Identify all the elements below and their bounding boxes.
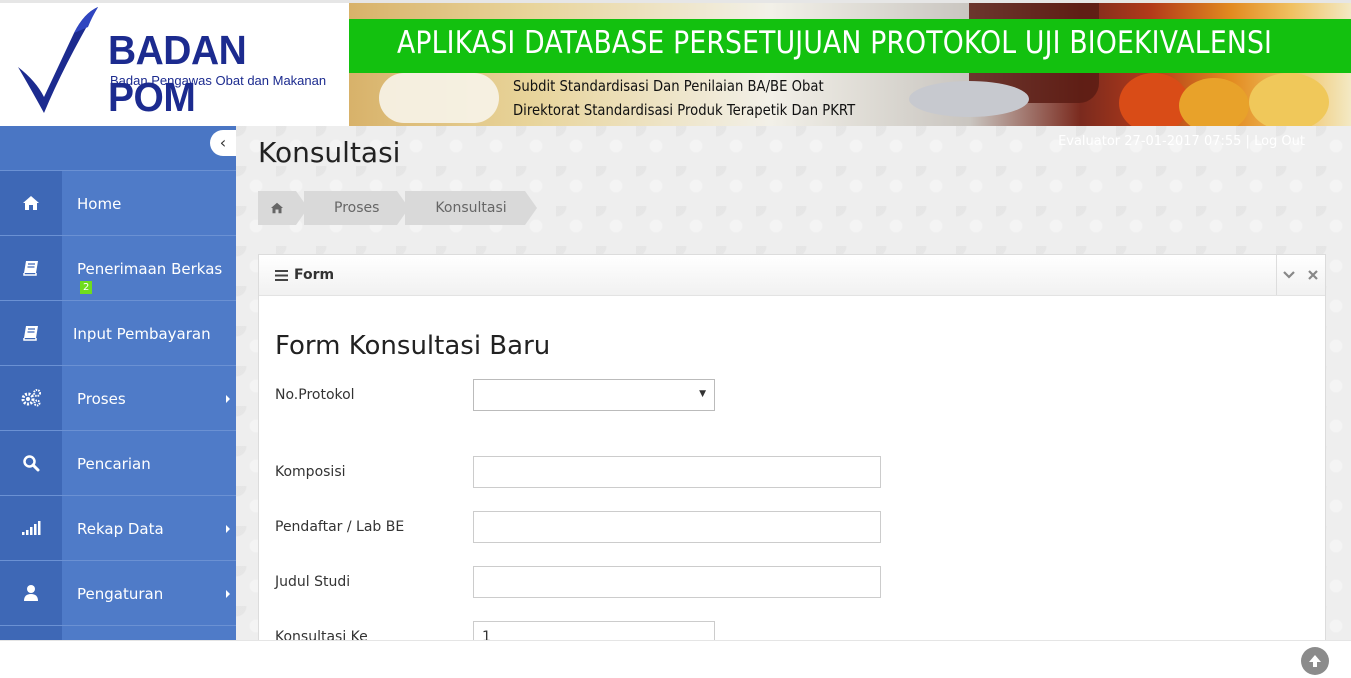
caret-right-icon [226, 525, 230, 533]
sidebar-item-label: Proses [77, 390, 126, 408]
book-icon [0, 236, 62, 300]
pendaftar-label: Pendaftar / Lab BE [275, 519, 405, 535]
sidebar-header: ‹ [0, 126, 236, 170]
banner-title: APLIKASI DATABASE PERSETUJUAN PROTOKOL U… [397, 25, 1273, 61]
komposisi-input[interactable] [473, 456, 881, 488]
komposisi-label: Komposisi [275, 464, 346, 480]
judul-studi-label: Judul Studi [275, 574, 351, 590]
no-protokol-select[interactable]: ▼ [473, 379, 715, 411]
sidebar-item-home[interactable]: Home [0, 170, 236, 235]
konsultasi-ke-input[interactable] [473, 621, 715, 640]
app-header: BADAN POM Badan Pengawas Obat dan Makana… [0, 0, 1351, 126]
close-icon [1308, 270, 1318, 280]
sidebar-item-penerimaan-berkas[interactable]: Penerimaan Berkas 2 [0, 235, 236, 300]
sidebar-item-label: Rekap Data [77, 520, 164, 538]
konsultasi-ke-row: Konsultasi Ke [275, 621, 1275, 640]
sidebar-item-partial [0, 625, 236, 640]
badan-pom-logo[interactable]: BADAN POM Badan Pengawas Obat dan Makana… [0, 3, 348, 126]
search-icon [0, 431, 62, 495]
breadcrumb-item-konsultasi[interactable]: Konsultasi [405, 191, 537, 225]
sidebar-item-input-pembayaran[interactable]: Input Pembayaran [0, 300, 236, 365]
sidebar-item-label: Pencarian [77, 455, 151, 473]
chevron-down-icon [1283, 271, 1295, 279]
sidebar-item-rekap-data[interactable]: Rekap Data [0, 495, 236, 560]
banner-capsule-graphic [1249, 73, 1329, 126]
breadcrumb-item-proses[interactable]: Proses [304, 191, 410, 225]
logo-subtitle: Badan Pengawas Obat dan Makanan [110, 73, 327, 88]
caret-right-icon [226, 395, 230, 403]
home-icon [271, 202, 283, 214]
checkmark-logo-icon [18, 7, 98, 113]
dropdown-arrow-icon: ▼ [699, 389, 706, 399]
signal-icon [0, 496, 62, 560]
home-icon [0, 171, 62, 235]
panel-title: Form [275, 267, 334, 283]
footer-bar [0, 640, 1351, 678]
sidebar-item-pencarian[interactable]: Pencarian [0, 430, 236, 495]
collapse-panel-button[interactable] [1279, 255, 1299, 295]
sidebar-item-label: Home [77, 195, 122, 213]
sidebar-item-label: Penerimaan Berkas 2 [77, 260, 236, 296]
chevron-left-icon: ‹ [219, 133, 227, 152]
caret-right-icon [226, 590, 230, 598]
panel-tools [1276, 255, 1325, 295]
komposisi-row: Komposisi [275, 456, 1275, 490]
panel-title-text: Form [294, 267, 335, 283]
panel-header: Form [259, 255, 1325, 296]
sidebar-item-label: Input Pembayaran [73, 325, 211, 343]
banner-subtitle-2: Direktorat Standardisasi Produk Terapeti… [513, 101, 856, 119]
banner-capsule-graphic [1119, 73, 1189, 126]
scroll-to-top-button[interactable] [1301, 647, 1329, 675]
no-protokol-row: No.Protokol ▼ [275, 379, 1275, 413]
banner-pill-graphic [379, 73, 499, 123]
form-title: Form Konsultasi Baru [275, 331, 551, 361]
sidebar-item-proses[interactable]: Proses [0, 365, 236, 430]
form-panel: Form Form Konsultasi Baru No.Protokol ▼ … [258, 254, 1326, 640]
judul-studi-input[interactable] [473, 566, 881, 598]
close-panel-button[interactable] [1303, 255, 1323, 295]
gears-icon [0, 366, 62, 430]
main-content: Konsultasi Evaluator 27-01-2017 07:55 | … [236, 126, 1351, 640]
user-info[interactable]: Evaluator 27-01-2017 07:55 | Log Out [1058, 134, 1305, 149]
banner-subtitle-1: Subdit Standardisasi Dan Penilaian BA/BE… [513, 77, 824, 95]
page-title: Konsultasi [258, 136, 401, 169]
sidebar-item-text: Penerimaan Berkas [77, 260, 223, 278]
breadcrumb: Proses Konsultasi [258, 191, 537, 225]
sidebar-item-icon-placeholder [0, 626, 62, 640]
sidebar: ‹ Home Penerimaan Berkas 2 Input Pembayar… [0, 126, 236, 640]
sidebar-item-label: Pengaturan [77, 585, 164, 603]
user-icon [0, 561, 62, 625]
arrow-up-icon [1309, 655, 1321, 667]
book-icon [0, 301, 62, 365]
menu-icon [275, 269, 288, 281]
pendaftar-input[interactable] [473, 511, 881, 543]
konsultasi-ke-label: Konsultasi Ke [275, 629, 368, 640]
breadcrumb-home[interactable] [258, 191, 308, 225]
no-protokol-label: No.Protokol [275, 387, 355, 403]
judul-studi-row: Judul Studi [275, 566, 1275, 600]
banner-capsule-graphic [1179, 78, 1249, 126]
app-banner: APLIKASI DATABASE PERSETUJUAN PROTOKOL U… [349, 3, 1351, 126]
sidebar-item-pengaturan[interactable]: Pengaturan [0, 560, 236, 625]
pendaftar-row: Pendaftar / Lab BE [275, 511, 1275, 545]
sidebar-collapse-button[interactable]: ‹ [210, 130, 236, 156]
notification-badge: 2 [80, 281, 93, 294]
banner-spoon-graphic [909, 81, 1029, 117]
